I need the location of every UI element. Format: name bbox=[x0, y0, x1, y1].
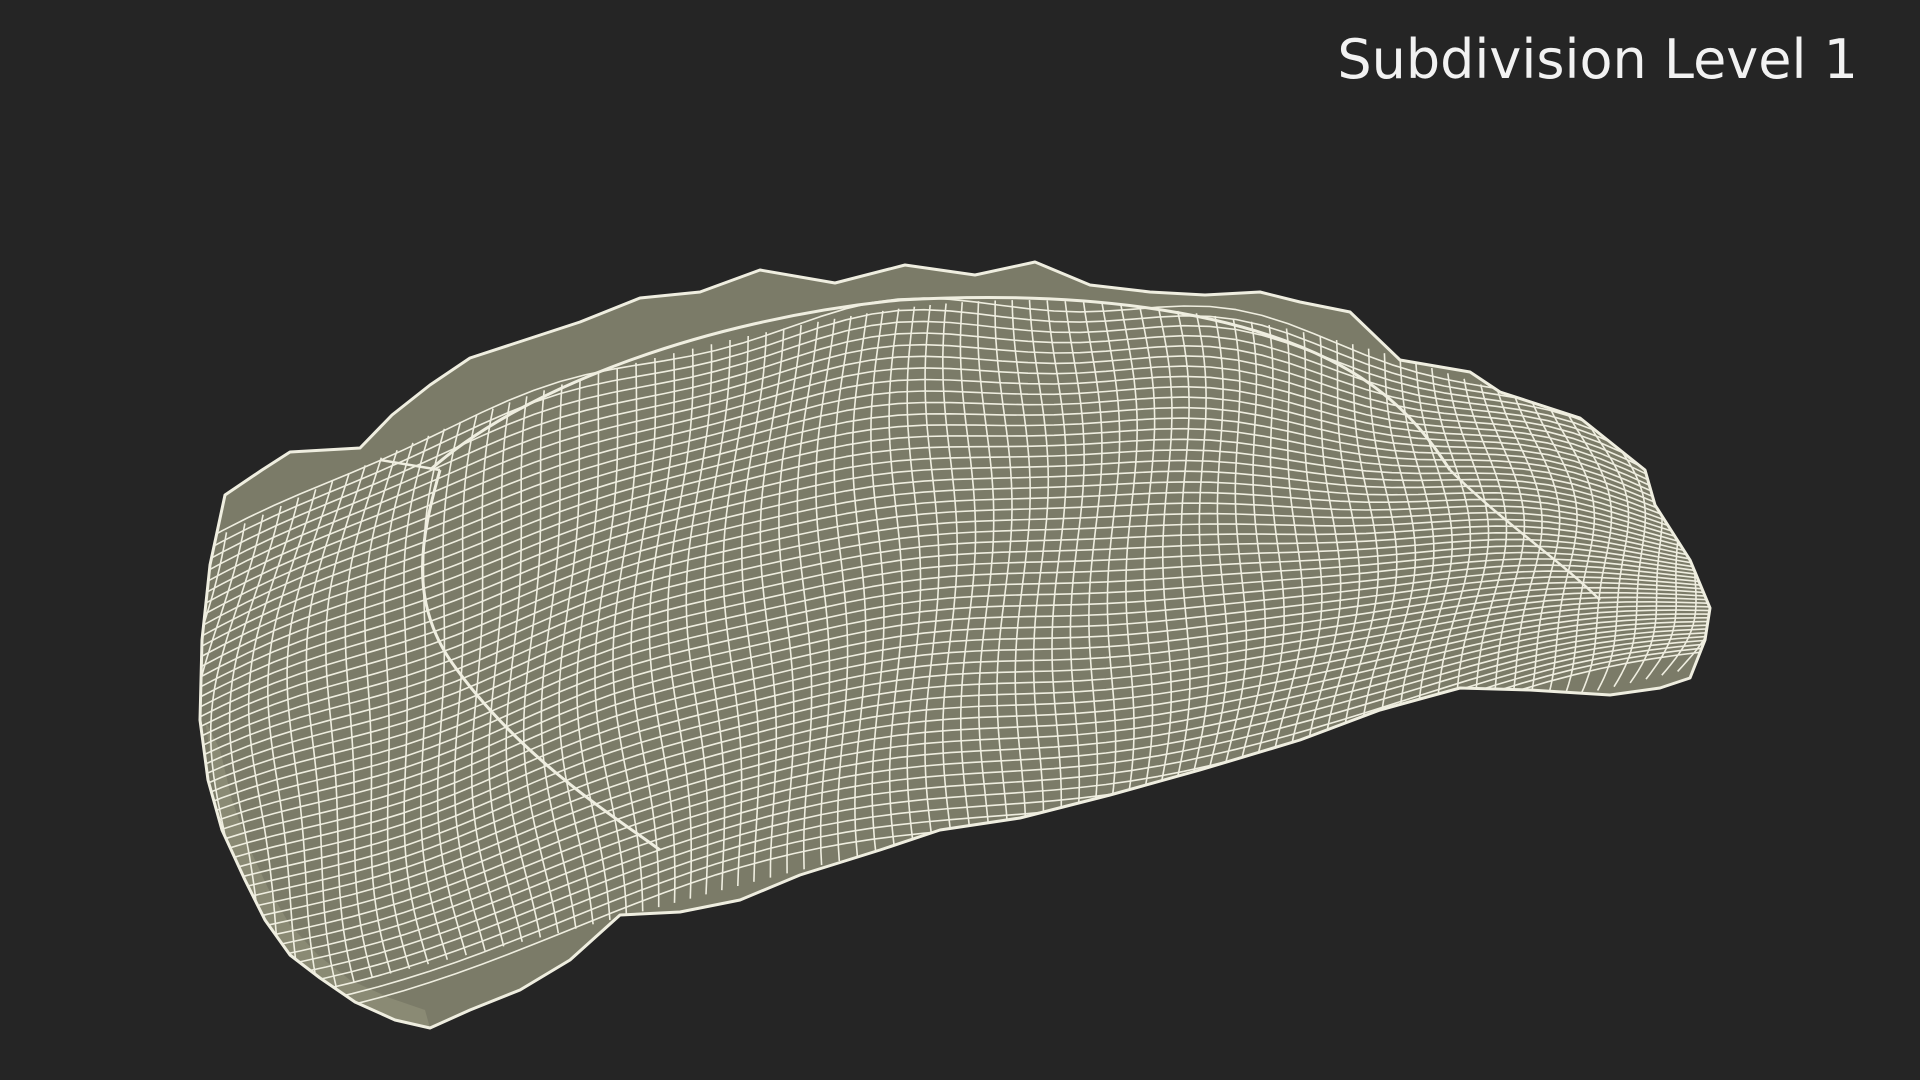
viewport: Subdivision Level 1 bbox=[0, 0, 1920, 1080]
wireframe-model bbox=[118, 260, 1775, 1040]
subdivision-level-label: Subdivision Level 1 bbox=[1337, 28, 1858, 91]
wire-edge bbox=[1725, 481, 1775, 660]
wire-edge bbox=[118, 560, 173, 1040]
wire-edge bbox=[1708, 472, 1710, 665]
model-surface bbox=[200, 262, 1710, 1028]
wire-edge bbox=[136, 551, 189, 1034]
wire-edge bbox=[200, 541, 209, 1028]
